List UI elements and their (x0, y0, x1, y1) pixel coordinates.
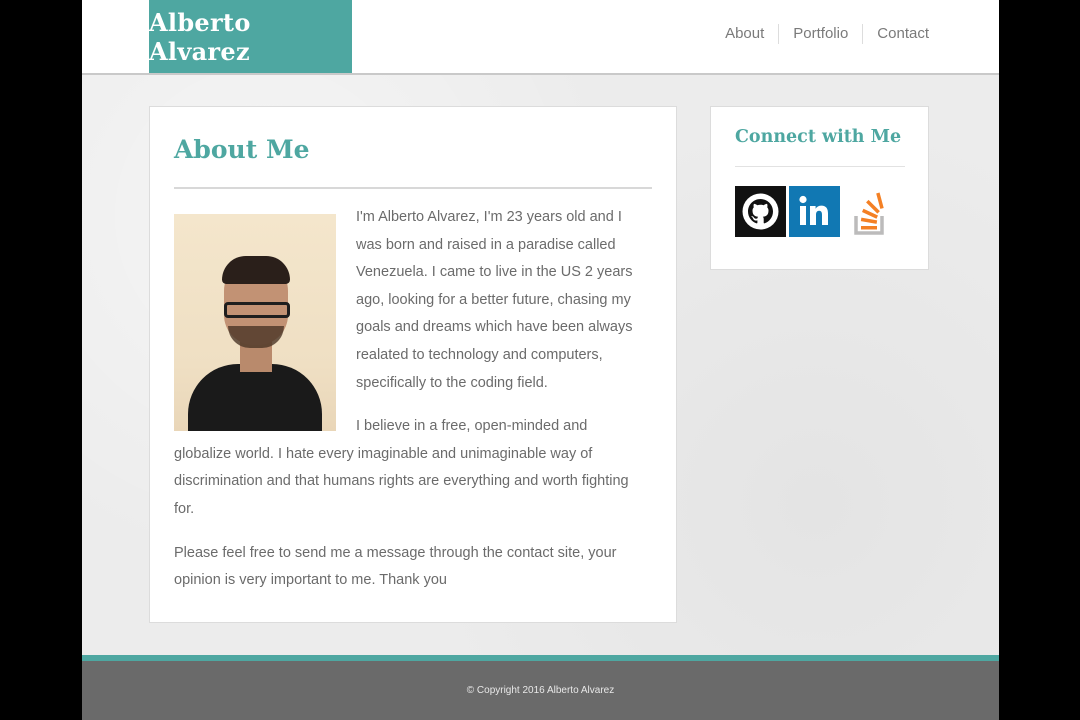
connect-card: Connect with Me (710, 106, 929, 270)
page: Alberto Alvarez About Portfolio Contact … (82, 0, 999, 720)
title-divider (174, 187, 652, 189)
nav-portfolio[interactable]: Portfolio (778, 24, 862, 44)
site-header: Alberto Alvarez About Portfolio Contact (82, 0, 999, 75)
stackoverflow-icon[interactable] (843, 186, 894, 237)
about-paragraph-3: Please feel free to send me a message th… (174, 544, 617, 589)
about-card: About Me I'm Alberto Alvarez, I'm 23 yea… (149, 106, 677, 623)
nav-about[interactable]: About (711, 24, 778, 44)
copyright-text: © Copyright 2016 Alberto Alvarez (466, 685, 615, 696)
connect-divider (735, 166, 905, 167)
main-nav: About Portfolio Contact (711, 24, 929, 44)
profile-photo (174, 214, 336, 431)
about-title: About Me (174, 135, 310, 164)
connect-title: Connect with Me (735, 127, 902, 147)
site-logo[interactable]: Alberto Alvarez (149, 0, 352, 73)
github-icon[interactable] (735, 186, 786, 237)
linkedin-icon[interactable] (789, 186, 840, 237)
site-footer: © Copyright 2016 Alberto Alvarez (82, 661, 999, 720)
about-content: I'm Alberto Alvarez, I'm 23 years old an… (174, 204, 640, 611)
nav-contact[interactable]: Contact (862, 24, 929, 44)
social-links (735, 186, 894, 237)
